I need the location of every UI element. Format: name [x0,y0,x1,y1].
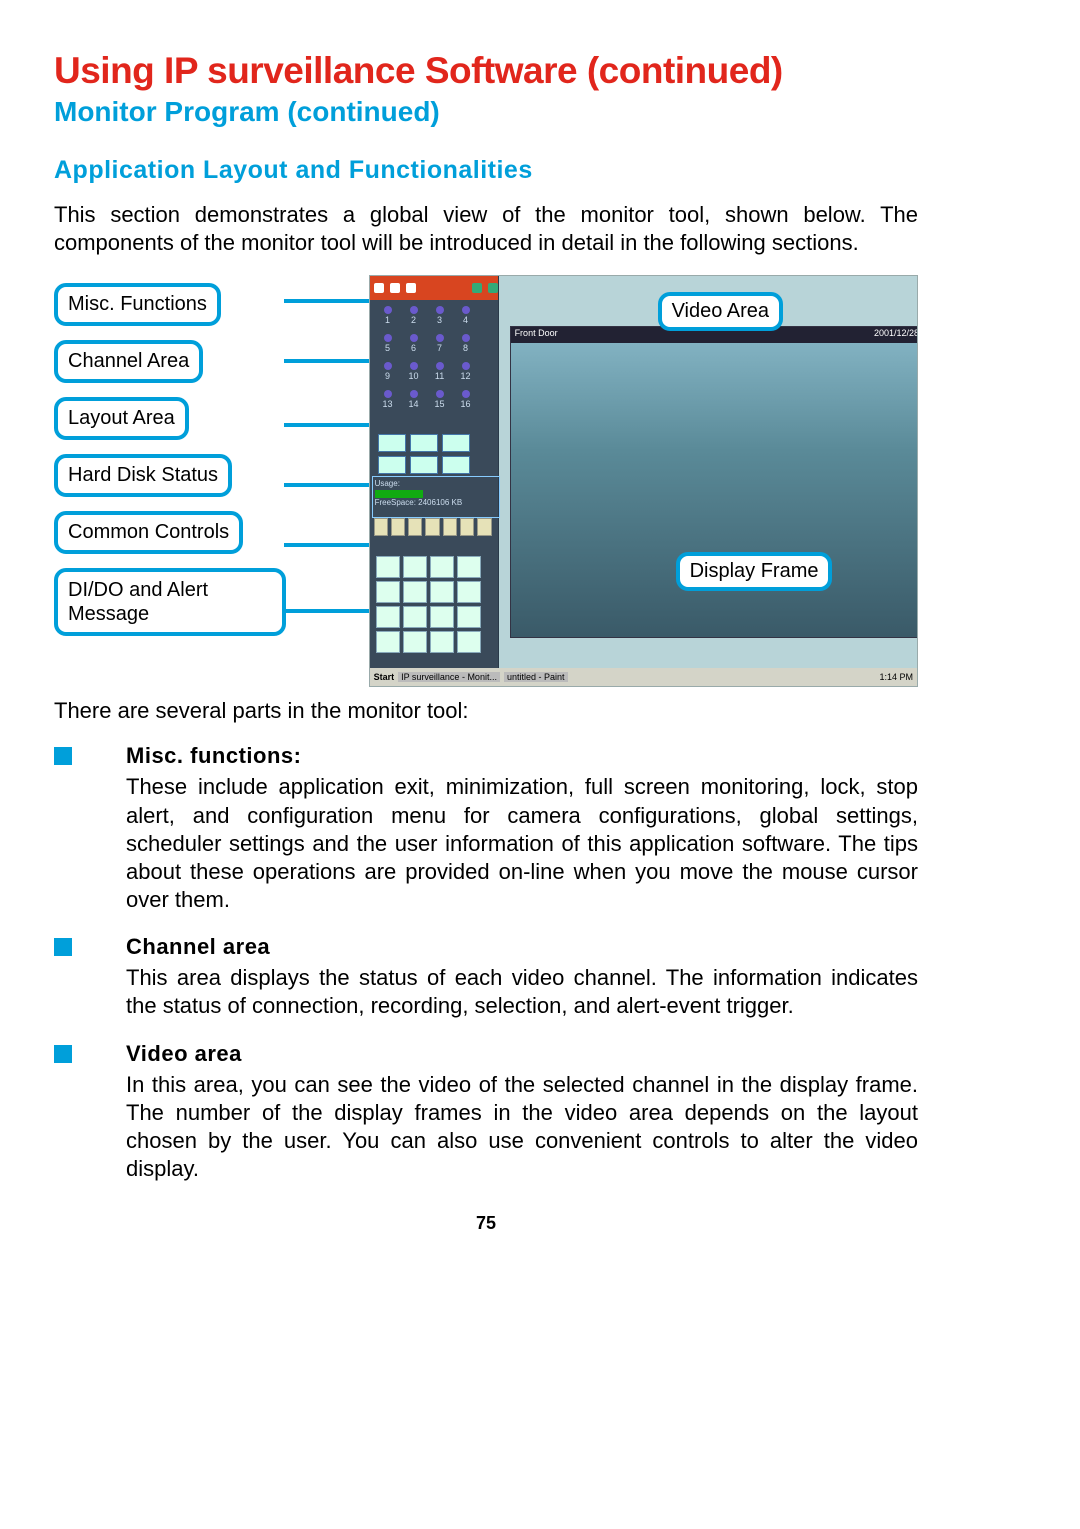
item-body: This area displays the status of each vi… [126,964,918,1020]
callout-misc-functions: Misc. Functions [54,283,221,326]
hdd-free-label: FreeSpace: 2406106 KB [375,498,463,507]
taskbar-time: 1:14 PM [879,672,913,682]
callout-hard-disk-status: Hard Disk Status [54,454,232,497]
callout-video-area: Video Area [658,292,784,331]
taskbar-start: Start [374,672,395,682]
item-body: In this area, you can see the video of t… [126,1071,918,1184]
item-heading: Video area [126,1041,242,1066]
page-number: 75 [54,1213,918,1234]
taskbar-app: IP surveillance - Monit... [398,672,500,682]
item-body: These include application exit, minimiza… [126,773,918,914]
bullet-square-icon [54,938,72,956]
page-subtitle: Monitor Program (continued) [54,96,918,128]
bullet-square-icon [54,1045,72,1063]
video-title-right: 2001/12/28 13:12:40 [874,328,918,338]
callout-channel-area: Channel Area [54,340,203,383]
page-title: Using IP surveillance Software (continue… [54,50,918,92]
taskbar-note: untitled - Paint [504,672,568,682]
callout-layout-area: Layout Area [54,397,189,440]
video-title-left: Front Door [515,328,558,338]
section-channel-area: Channel area This area displays the stat… [54,934,918,1020]
section-heading: Application Layout and Functionalities [54,156,918,185]
item-heading: Misc. functions: [126,743,301,768]
callout-dido-alert: DI/DO and Alert Message [54,568,286,636]
hdd-usage-label: Usage: [375,479,400,488]
bullet-square-icon [54,747,72,765]
intro-paragraph: This section demonstrates a global view … [54,201,918,257]
section-video-area: Video area In this area, you can see the… [54,1041,918,1184]
lead-sentence: There are several parts in the monitor t… [54,697,918,725]
callout-common-controls: Common Controls [54,511,243,554]
figure: Misc. Functions Channel Area Layout Area… [54,275,918,687]
monitor-screenshot: 1234 5678 9101112 13141516 Usage: FreeSp… [369,275,918,687]
callout-display-frame: Display Frame [676,552,833,591]
section-misc-functions: Misc. functions: These include applicati… [54,743,918,914]
item-heading: Channel area [126,934,270,959]
